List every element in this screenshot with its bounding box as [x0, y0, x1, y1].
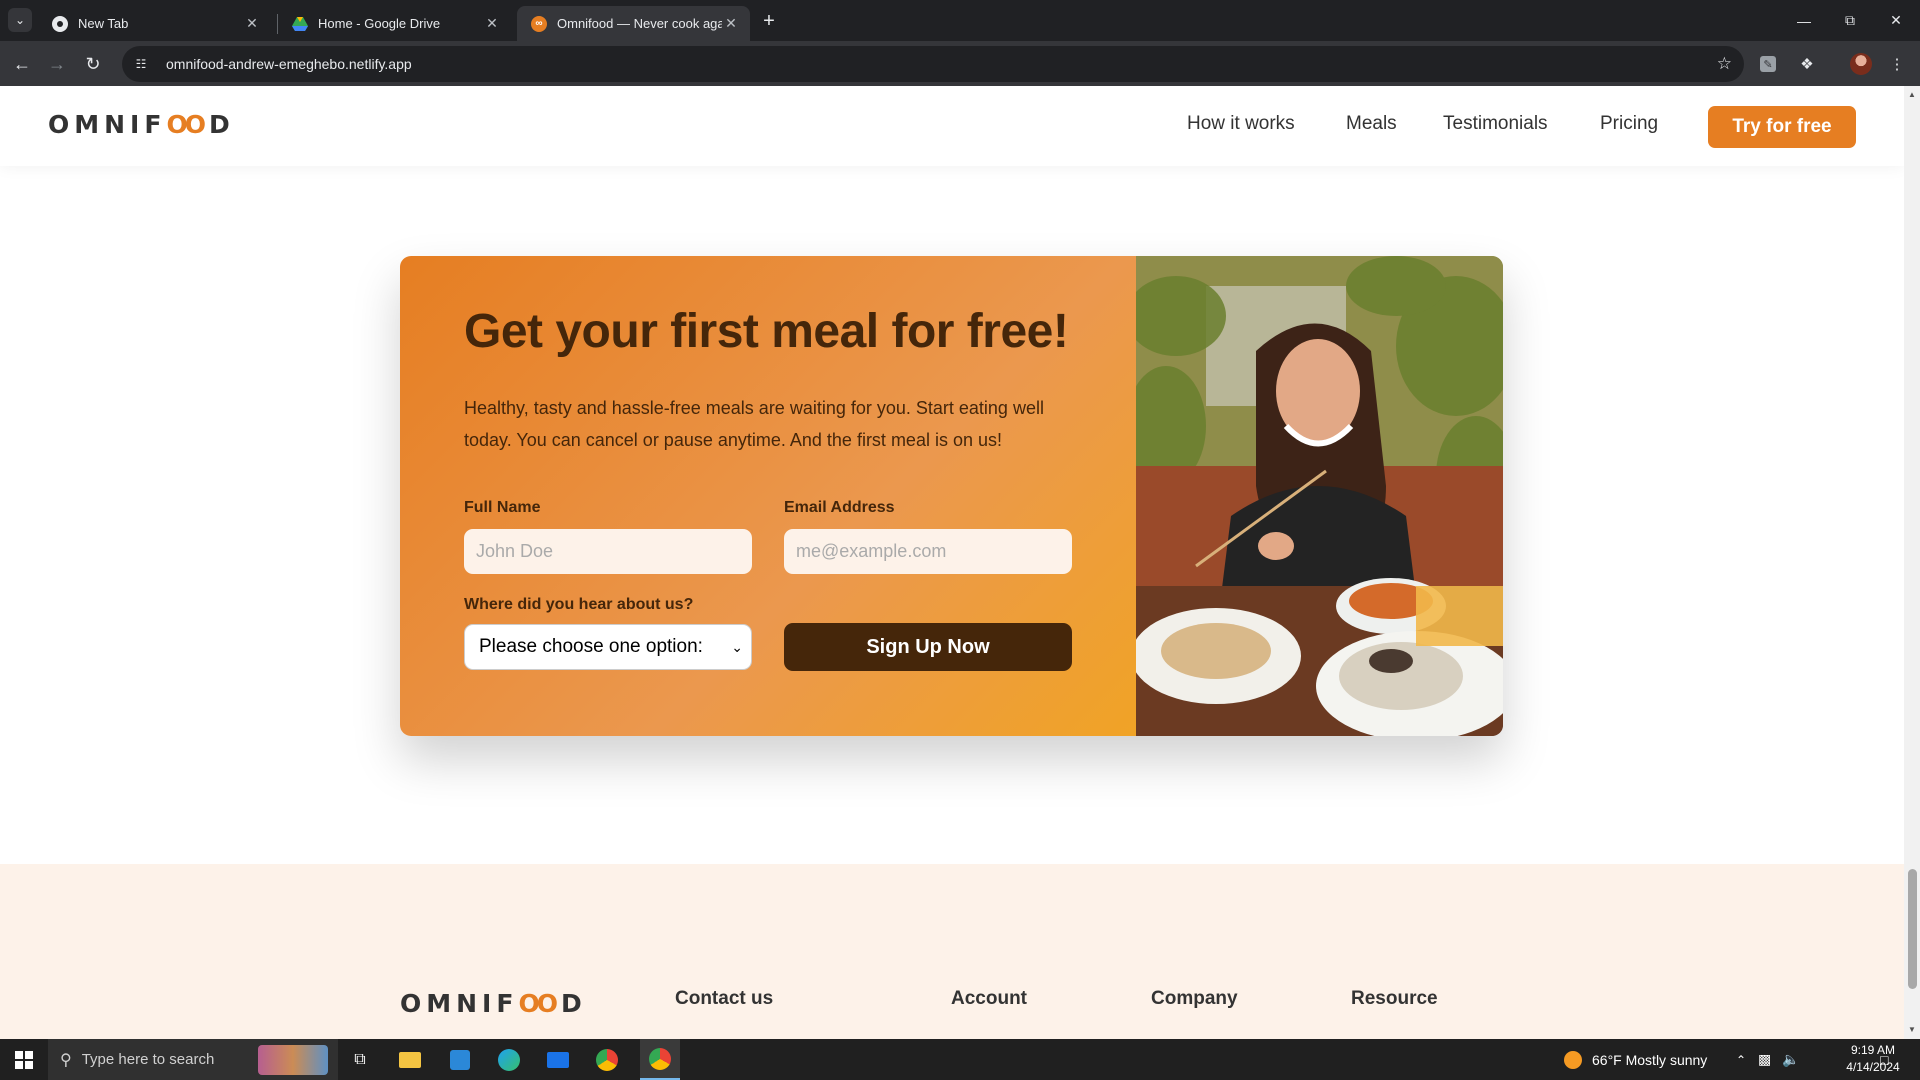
omnifood-favicon-icon: ∞: [531, 15, 547, 32]
cta-card: Get your first meal for free! Healthy, t…: [400, 256, 1503, 736]
menu-dots-icon[interactable]: ⋮: [1886, 53, 1908, 75]
close-window-icon[interactable]: ✕: [1868, 0, 1920, 41]
volume-icon[interactable]: 🔈: [1782, 1039, 1799, 1080]
tab-google-drive[interactable]: Home - Google Drive ✕: [278, 6, 511, 41]
scroll-up-arrow-icon[interactable]: ▲: [1907, 90, 1917, 100]
page-scrollbar[interactable]: ▲ ▼: [1904, 86, 1920, 1039]
source-label: Where did you hear about us?: [464, 596, 694, 613]
browser-toolbar: ← → ↻ ☷ omnifood-andrew-emeghebo.netlify…: [0, 41, 1920, 86]
page-viewport: OMNIF OO D How it works Meals Testimonials…: [0, 86, 1904, 1039]
tab-title: New Tab: [78, 16, 129, 31]
windows-taskbar: ⚲ Type here to search ⧉ 66°F Mostly sunn…: [0, 1039, 1920, 1080]
notification-center-icon[interactable]: □: [1880, 1039, 1888, 1080]
logo-text-end: D: [560, 989, 587, 1018]
nav-meals[interactable]: Meals: [1346, 113, 1397, 135]
close-tab-icon[interactable]: ✕: [243, 15, 261, 33]
task-view-icon[interactable]: ⧉: [344, 1044, 376, 1076]
site-info-icon[interactable]: ☷: [132, 55, 150, 73]
close-tab-icon[interactable]: ✕: [483, 15, 501, 33]
network-icon[interactable]: ▩: [1758, 1039, 1771, 1080]
source-select[interactable]: Please choose one option: ⌄: [464, 624, 752, 670]
tab-search-button[interactable]: ⌄: [8, 8, 32, 32]
try-for-free-button[interactable]: Try for free: [1708, 106, 1856, 148]
site-header: OMNIF OO D How it works Meals Testimonials…: [0, 86, 1904, 166]
mail-icon[interactable]: [542, 1044, 574, 1076]
logo-text-end: D: [208, 110, 235, 139]
logo-infinity-mark: OO: [518, 989, 557, 1018]
logo-text: OMNIF: [48, 110, 167, 139]
site-footer: OMNIF OO D Contact us Account Company Reso…: [0, 864, 1904, 1039]
google-drive-icon: [292, 16, 308, 32]
search-icon: ⚲: [60, 1051, 72, 1069]
extension-pen-icon[interactable]: ✎: [1760, 56, 1776, 72]
microsoft-store-icon[interactable]: [444, 1044, 476, 1076]
address-bar[interactable]: ☷ omnifood-andrew-emeghebo.netlify.app ☆: [122, 46, 1744, 82]
cta-form-panel: Get your first meal for free! Healthy, t…: [400, 256, 1136, 736]
windows-logo-icon: [15, 1050, 33, 1069]
system-clock[interactable]: 9:19 AM 4/14/2024: [1843, 1042, 1903, 1076]
edge-browser-icon[interactable]: [493, 1044, 525, 1076]
new-tab-button[interactable]: +: [756, 8, 782, 34]
footer-heading-contact: Contact us: [675, 988, 774, 1009]
sign-up-button[interactable]: Sign Up Now: [784, 623, 1072, 671]
cta-description: Healthy, tasty and hassle-free meals are…: [464, 398, 1044, 450]
footer-heading-account: Account: [951, 988, 1027, 1009]
search-placeholder: Type here to search: [81, 1051, 215, 1068]
email-label: Email Address: [784, 499, 895, 516]
tab-new-tab[interactable]: New Tab ✕: [38, 6, 271, 41]
clock-time: 9:19 AM: [1850, 1043, 1896, 1057]
tab-title: Omnifood — Never cook again!: [557, 16, 722, 31]
address-url: omnifood-andrew-emeghebo.netlify.app: [166, 56, 412, 72]
file-explorer-icon[interactable]: [394, 1044, 426, 1076]
logo-text: OMNIF: [400, 989, 519, 1018]
scrollbar-thumb[interactable]: [1908, 869, 1917, 989]
chrome-taskbar-icon[interactable]: [591, 1044, 623, 1076]
close-tab-icon[interactable]: ✕: [722, 15, 740, 33]
weather-text: 66°F Mostly sunny: [1592, 1051, 1708, 1068]
logo-infinity-mark: OO: [166, 110, 205, 139]
nav-testimonials[interactable]: Testimonials: [1443, 113, 1548, 135]
forward-arrow-icon[interactable]: →: [42, 49, 72, 79]
tab-omnifood[interactable]: ∞ Omnifood — Never cook again! ✕: [517, 6, 750, 41]
footer-heading-resource: Resource: [1351, 988, 1438, 1009]
scroll-down-arrow-icon[interactable]: ▼: [1907, 1025, 1917, 1035]
taskbar-search-box[interactable]: ⚲ Type here to search: [48, 1039, 338, 1080]
back-arrow-icon[interactable]: ←: [7, 49, 37, 79]
chrome-active-window-icon[interactable]: [640, 1039, 680, 1080]
footer-omnifood-logo[interactable]: OMNIF OO D: [400, 989, 587, 1018]
chrome-icon: [52, 15, 68, 32]
full-name-label: Full Name: [464, 499, 541, 516]
cta-heading: Get your first meal for free!: [464, 305, 1069, 358]
bookmark-star-icon[interactable]: ☆: [1717, 54, 1732, 74]
profile-avatar[interactable]: [1850, 53, 1872, 75]
browser-tab-bar: ⌄ New Tab ✕ Home - Google Drive ✕ ∞ Omni…: [0, 0, 1920, 41]
eating-photo-illustration: [1136, 256, 1503, 736]
search-highlight-icon: [258, 1045, 328, 1075]
nav-how-it-works[interactable]: How it works: [1187, 113, 1295, 135]
tab-title: Home - Google Drive: [318, 16, 441, 31]
nav-pricing[interactable]: Pricing: [1600, 113, 1658, 135]
footer-heading-company: Company: [1151, 988, 1238, 1009]
email-input[interactable]: me@example.com: [784, 529, 1072, 574]
cta-photo-woman-eating: [1136, 256, 1503, 736]
omnifood-logo[interactable]: OMNIF OO D: [48, 110, 235, 139]
tray-chevron-up-icon[interactable]: ⌃: [1736, 1039, 1746, 1080]
reload-icon[interactable]: ↻: [78, 49, 108, 79]
weather-sun-icon: [1564, 1050, 1582, 1069]
source-selected-value: Please choose one option:: [479, 636, 703, 657]
weather-widget[interactable]: 66°F Mostly sunny: [1564, 1039, 1707, 1080]
full-name-input[interactable]: John Doe: [464, 529, 752, 574]
chevron-down-icon: ⌄: [731, 638, 743, 655]
extensions-puzzle-icon[interactable]: ❖: [1796, 53, 1818, 75]
windows-start-button[interactable]: [0, 1039, 48, 1080]
clock-date: 4/14/2024: [1846, 1060, 1900, 1074]
